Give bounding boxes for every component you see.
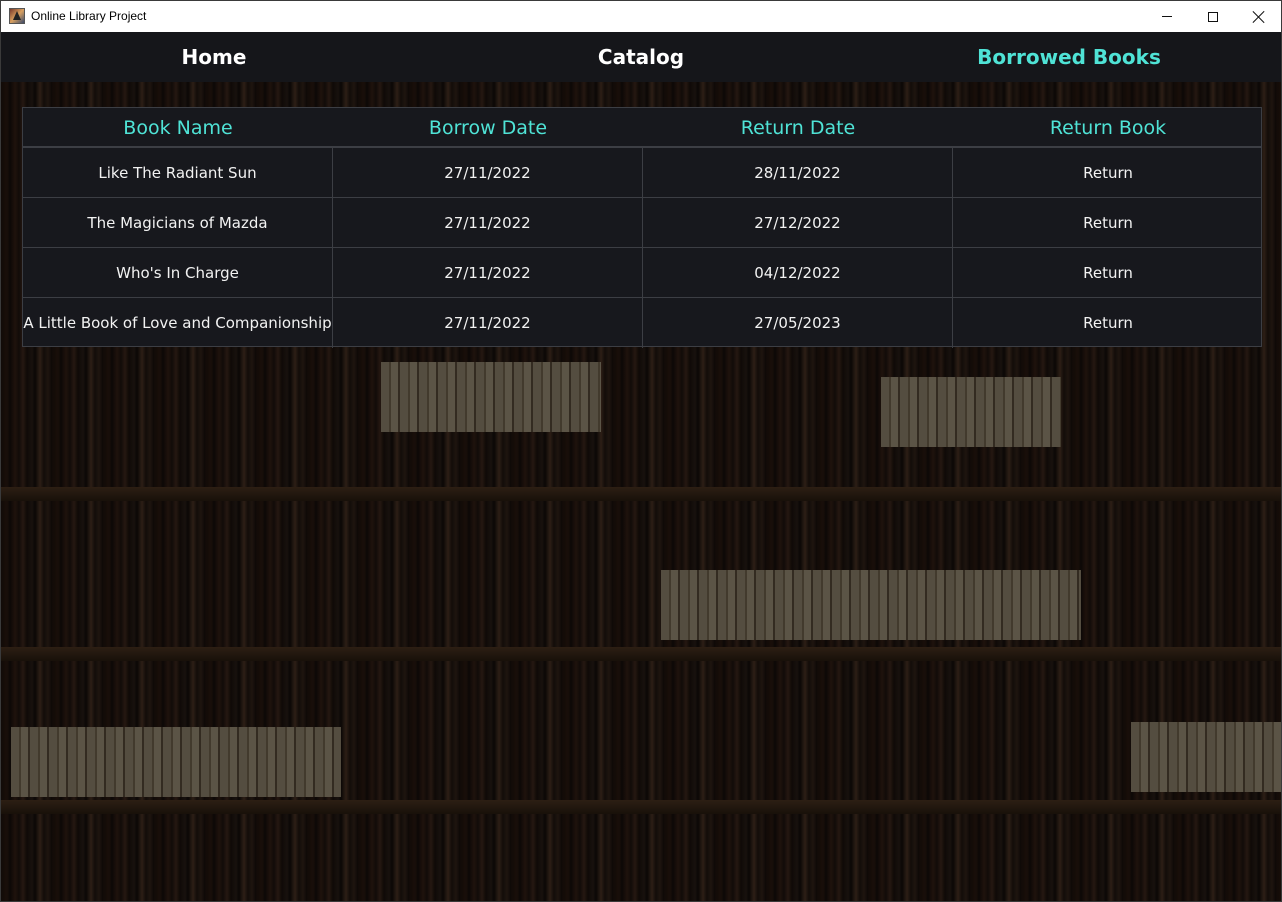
header-borrow-date: Borrow Date [428, 117, 548, 139]
nav-catalog[interactable]: Catalog [428, 32, 854, 82]
cell-book-name: Who's In Charge [23, 248, 333, 298]
return-button[interactable]: Return [953, 148, 1263, 198]
header-return-date: Return Date [740, 117, 856, 139]
table-header: Book Name Borrow Date Return Date Return… [23, 108, 1261, 148]
cell-borrow-date: 27/11/2022 [333, 198, 643, 248]
close-icon [1253, 11, 1265, 23]
library-app-icon [9, 8, 25, 24]
nav-home[interactable]: Home [1, 32, 427, 82]
table-row: Who's In Charge 27/11/2022 04/12/2022 Re… [23, 248, 1261, 298]
close-button[interactable] [1236, 1, 1281, 32]
header-return-book: Return Book [1049, 117, 1167, 139]
cell-book-name: A Little Book of Love and Companionship [23, 298, 333, 348]
return-button[interactable]: Return [953, 248, 1263, 298]
nav-bar: Home Catalog Borrowed Books [1, 32, 1281, 82]
cell-return-date: 27/05/2023 [643, 298, 953, 348]
cell-book-name: Like The Radiant Sun [23, 148, 333, 198]
table-row: Like The Radiant Sun 27/11/2022 28/11/20… [23, 148, 1261, 198]
nav-borrowed-books[interactable]: Borrowed Books [856, 32, 1281, 82]
borrowed-books-table: Book Name Borrow Date Return Date Return… [22, 107, 1262, 348]
table-row: A Little Book of Love and Companionship … [23, 298, 1261, 348]
return-button[interactable]: Return [953, 298, 1263, 348]
return-button[interactable]: Return [953, 198, 1263, 248]
cell-return-date: 04/12/2022 [643, 248, 953, 298]
maximize-icon [1208, 11, 1218, 22]
cell-borrow-date: 27/11/2022 [333, 298, 643, 348]
app-window: Online Library Project Home Catalog Borr… [0, 0, 1282, 902]
minimize-button[interactable] [1144, 1, 1190, 32]
title-bar: Online Library Project [1, 1, 1281, 32]
header-book-name: Book Name [123, 117, 233, 139]
window-title: Online Library Project [31, 9, 147, 23]
table-row: The Magicians of Mazda 27/11/2022 27/12/… [23, 198, 1261, 248]
maximize-button[interactable] [1190, 1, 1236, 32]
cell-return-date: 28/11/2022 [643, 148, 953, 198]
cell-return-date: 27/12/2022 [643, 198, 953, 248]
cell-book-name: The Magicians of Mazda [23, 198, 333, 248]
cell-borrow-date: 27/11/2022 [333, 248, 643, 298]
cell-borrow-date: 27/11/2022 [333, 148, 643, 198]
minimize-icon [1162, 16, 1172, 17]
